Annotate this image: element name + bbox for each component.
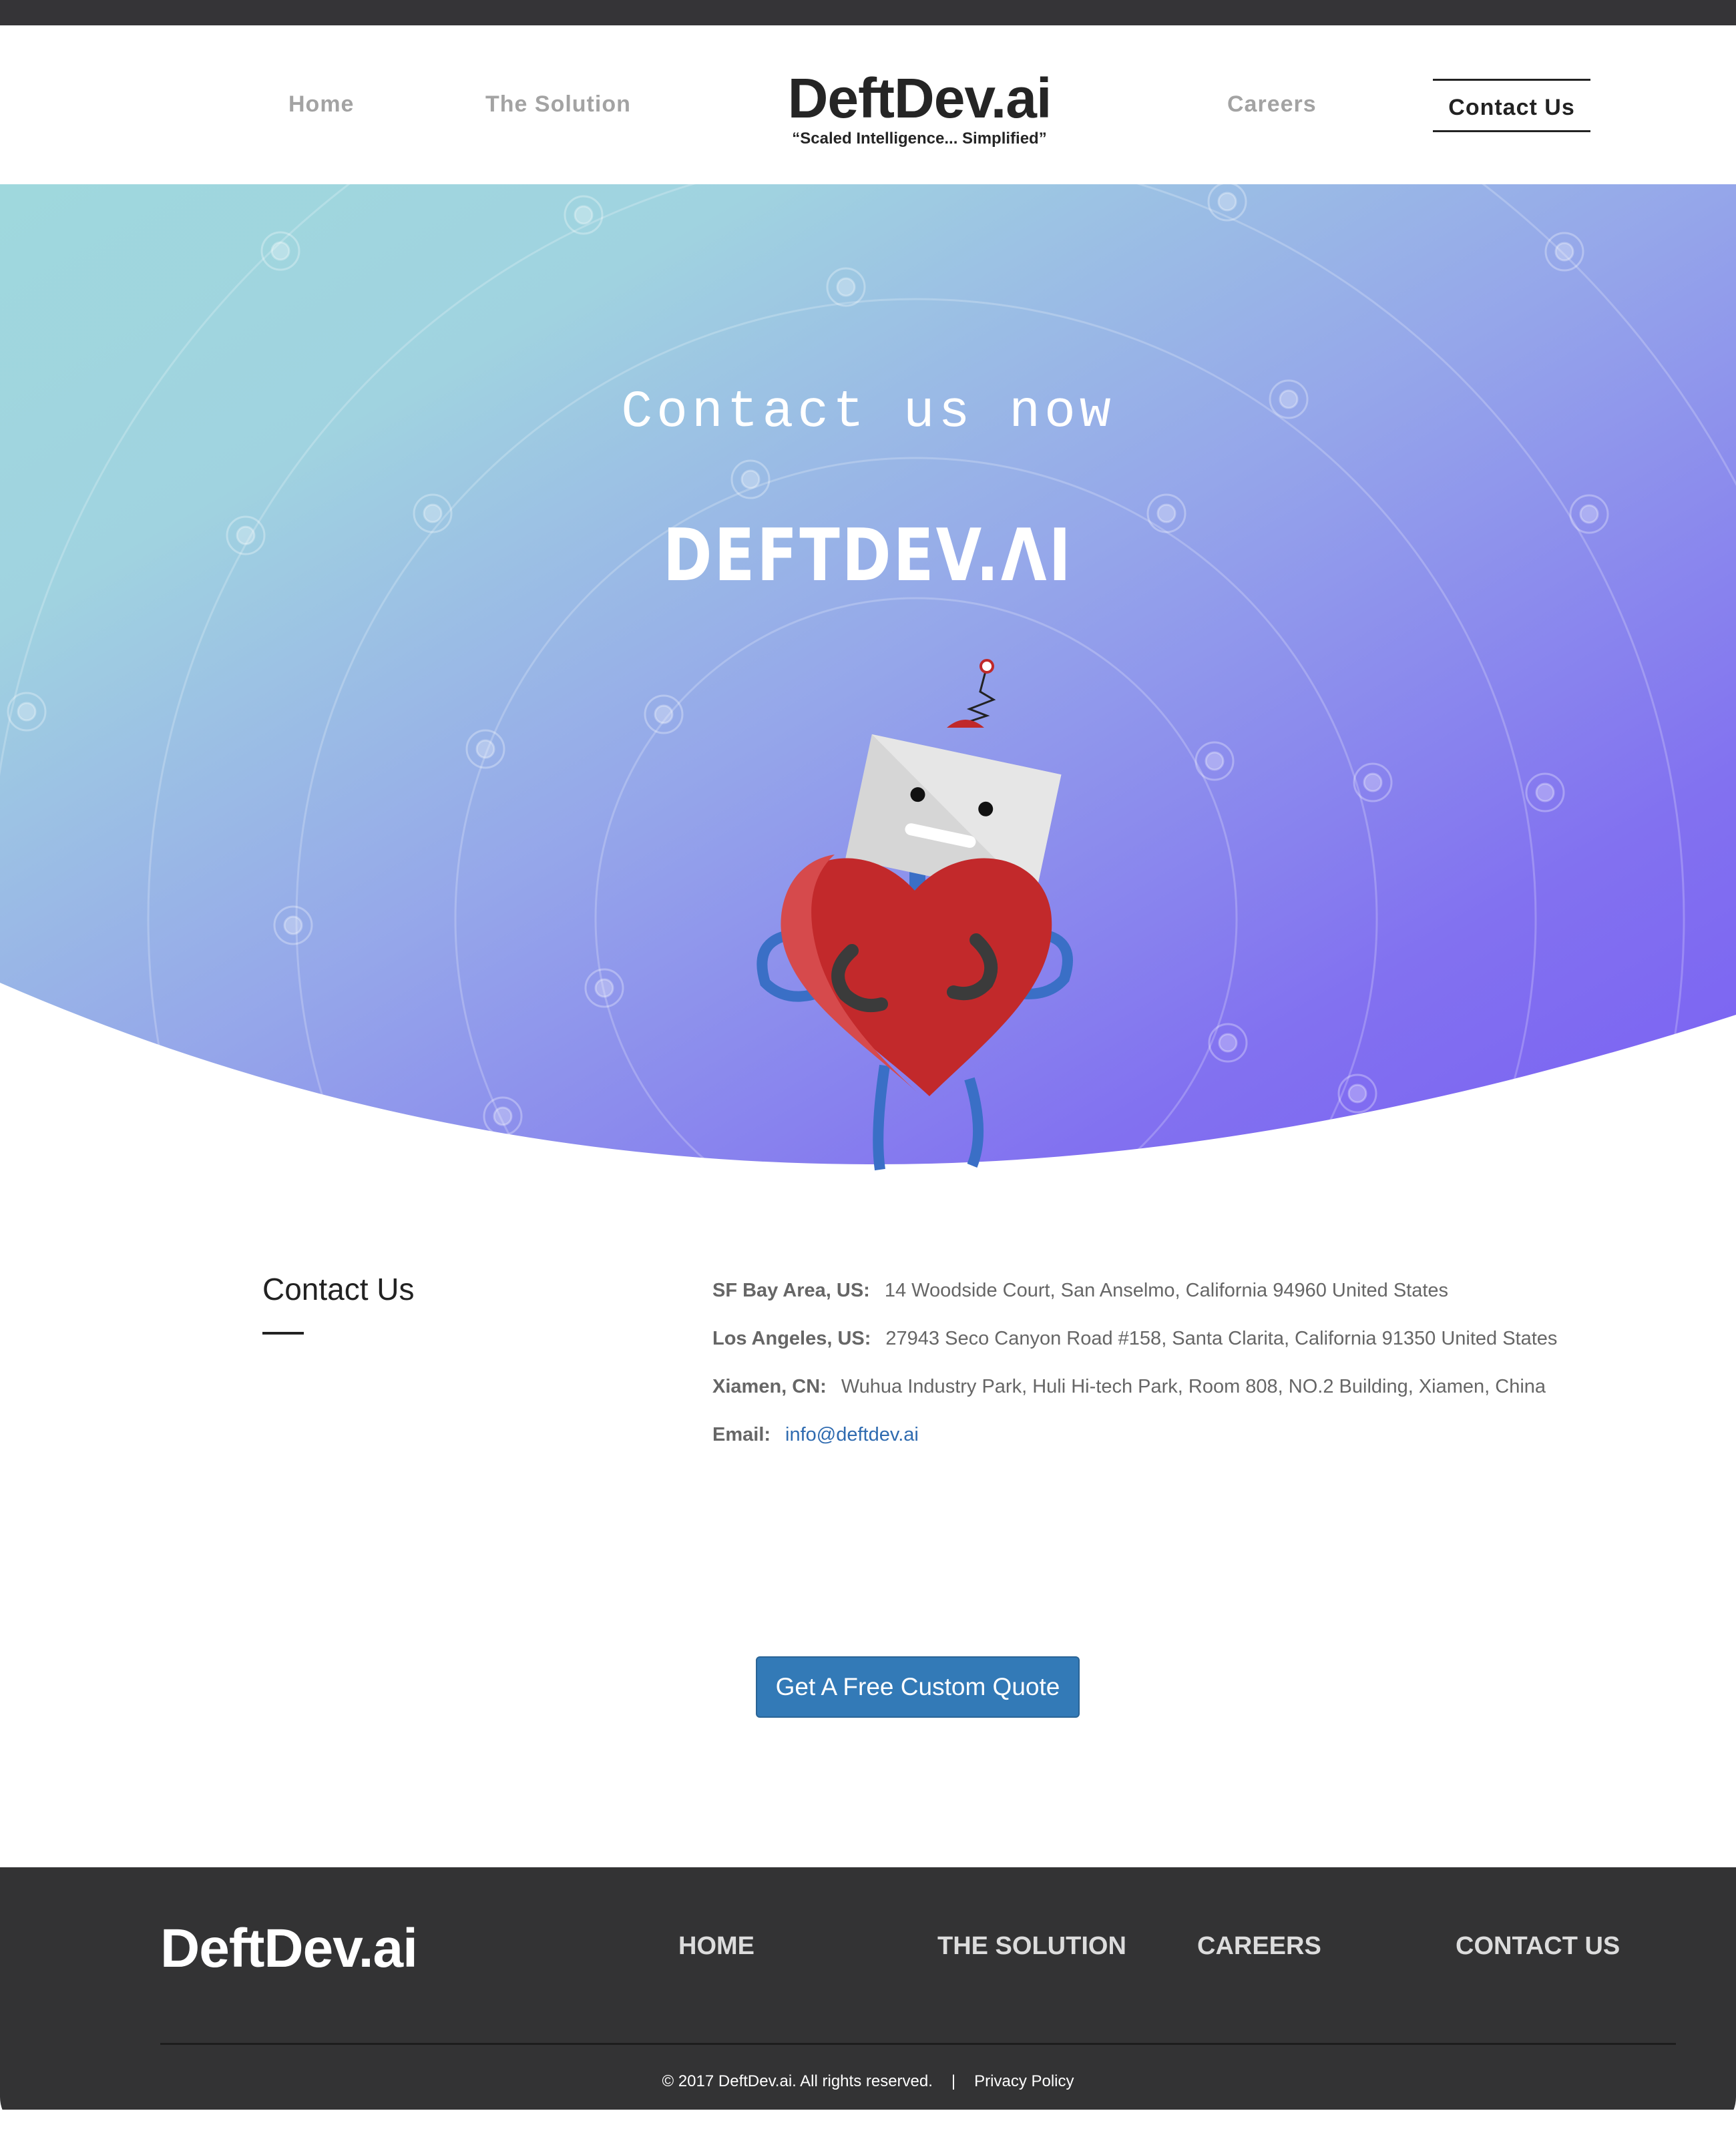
hero-background bbox=[0, 184, 1736, 1171]
address-value: Wuhua Industry Park, Huli Hi-tech Park, … bbox=[841, 1376, 1546, 1397]
email-label: Email: bbox=[712, 1424, 771, 1445]
footer-separator: | bbox=[951, 2072, 956, 2090]
top-frame-bar bbox=[0, 0, 1736, 25]
site-header: Home The Solution DeftDev.ai “Scaled Int… bbox=[0, 25, 1736, 184]
footer-brand-logo[interactable]: DeftDev.ai bbox=[160, 1917, 418, 1980]
hero-logo-wordmark: DEFTDEV.ΛI bbox=[663, 514, 1073, 598]
address-value: 14 Woodside Court, San Anselmo, Californ… bbox=[884, 1280, 1449, 1301]
address-row-xiamen: Xiamen, CN: Wuhua Industry Park, Huli Hi-… bbox=[712, 1375, 1546, 1399]
footer-solution-link[interactable]: THE SOLUTION bbox=[937, 1932, 1126, 1961]
site-footer: DeftDev.ai HOME THE SOLUTION CAREERS CON… bbox=[0, 1867, 1736, 2133]
address-label: Xiamen, CN: bbox=[712, 1376, 827, 1397]
address-row-email: Email: info@deftdev.ai bbox=[712, 1423, 919, 1447]
nav-contact-link[interactable]: Contact Us bbox=[1433, 79, 1590, 132]
email-link[interactable]: info@deftdev.ai bbox=[785, 1424, 919, 1445]
address-value: 27943 Seco Canyon Road #158, Santa Clari… bbox=[885, 1328, 1558, 1349]
page: Home The Solution DeftDev.ai “Scaled Int… bbox=[0, 0, 1736, 2133]
nav-careers-link[interactable]: Careers bbox=[1227, 91, 1317, 117]
nav-home-link[interactable]: Home bbox=[288, 91, 354, 117]
address-label: SF Bay Area, US: bbox=[712, 1280, 870, 1301]
hero-banner: Contact us now DEFTDEV.ΛI bbox=[0, 184, 1736, 1171]
free-quote-button[interactable]: Get A Free Custom Quote bbox=[756, 1656, 1080, 1718]
address-label: Los Angeles, US: bbox=[712, 1328, 871, 1349]
footer-copyright-bar: © 2017 DeftDev.ai. All rights reserved. |… bbox=[0, 2072, 1736, 2091]
contact-title-underline bbox=[262, 1332, 304, 1335]
hero-heading: Contact us now bbox=[621, 383, 1115, 442]
address-row-sf: SF Bay Area, US: 14 Woodside Court, San A… bbox=[712, 1278, 1448, 1302]
brand-tagline: “Scaled Intelligence... Simplified” bbox=[792, 130, 1047, 148]
footer-careers-link[interactable]: CAREERS bbox=[1197, 1932, 1321, 1961]
bottom-page-margin bbox=[0, 2110, 1736, 2133]
footer-divider bbox=[160, 2043, 1676, 2045]
copyright-text: © 2017 DeftDev.ai. All rights reserved. bbox=[662, 2072, 933, 2090]
brand-logo[interactable]: DeftDev.ai “Scaled Intelligence... Simpl… bbox=[783, 68, 1056, 148]
footer-contact-link[interactable]: CONTACT US bbox=[1456, 1932, 1620, 1961]
contact-section-title: Contact Us bbox=[262, 1272, 415, 1307]
nav-solution-link[interactable]: The Solution bbox=[485, 91, 631, 117]
footer-home-link[interactable]: HOME bbox=[678, 1932, 754, 1961]
brand-title: DeftDev.ai bbox=[787, 67, 1052, 130]
privacy-policy-link[interactable]: Privacy Policy bbox=[974, 2072, 1074, 2090]
address-row-la: Los Angeles, US: 27943 Seco Canyon Road #… bbox=[712, 1327, 1557, 1351]
